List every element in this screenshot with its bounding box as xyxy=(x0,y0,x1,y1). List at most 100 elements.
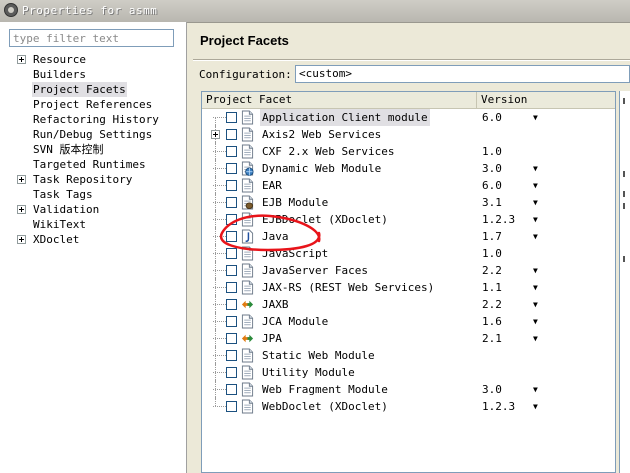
nav-item-label: Task Repository xyxy=(33,173,133,186)
facet-checkbox[interactable] xyxy=(226,350,237,361)
facet-version[interactable]: 3.1 xyxy=(482,194,502,211)
version-dropdown-icon[interactable]: ▼ xyxy=(533,194,538,211)
facet-checkbox[interactable] xyxy=(226,248,237,259)
nav-item[interactable]: Task Tags xyxy=(0,187,186,202)
tree-connector xyxy=(213,270,226,271)
nav-item[interactable]: Targeted Runtimes xyxy=(0,157,186,172)
facet-row[interactable]: Web Fragment Module 3.0 ▼ xyxy=(202,380,615,399)
nav-item-label: Project Facets xyxy=(32,82,127,97)
facet-checkbox[interactable] xyxy=(226,265,237,276)
side-mark xyxy=(623,98,625,104)
expand-icon[interactable] xyxy=(17,235,26,244)
nav-item[interactable]: Validation xyxy=(0,202,186,217)
facet-checkbox[interactable] xyxy=(226,231,237,242)
nav-item[interactable]: Project Facets xyxy=(0,82,186,97)
facet-row[interactable]: JAXB 2.2 ▼ xyxy=(202,295,615,314)
facet-row[interactable]: JCA Module 1.6 ▼ xyxy=(202,312,615,331)
version-dropdown-icon[interactable]: ▼ xyxy=(533,296,538,313)
nav-item[interactable]: Refactoring History xyxy=(0,112,186,127)
facet-row[interactable]: Dynamic Web Module 3.0 ▼ xyxy=(202,159,615,178)
facet-version[interactable]: 2.2 xyxy=(482,296,502,313)
nav-item[interactable]: Run/Debug Settings xyxy=(0,127,186,142)
nav-item[interactable]: SVN 版本控制 xyxy=(0,142,186,157)
facet-version[interactable]: 1.6 xyxy=(482,313,502,330)
facet-row[interactable]: CXF 2.x Web Services 1.0 xyxy=(202,142,615,161)
nav-item[interactable]: Task Repository xyxy=(0,172,186,187)
nav-item[interactable]: WikiText xyxy=(0,217,186,232)
facet-version[interactable]: 6.0 xyxy=(482,109,502,126)
facet-version[interactable]: 3.0 xyxy=(482,160,502,177)
arrows-icon xyxy=(241,300,254,309)
facet-checkbox[interactable] xyxy=(226,163,237,174)
facet-checkbox[interactable] xyxy=(226,146,237,157)
filter-input[interactable] xyxy=(9,29,174,47)
nav-item[interactable]: Resource xyxy=(0,52,186,67)
facet-checkbox[interactable] xyxy=(226,282,237,293)
version-dropdown-icon[interactable]: ▼ xyxy=(533,398,538,415)
globe-page-icon xyxy=(241,161,254,176)
facet-checkbox[interactable] xyxy=(226,299,237,310)
facet-version[interactable]: 3.0 xyxy=(482,381,502,398)
column-header-facet[interactable]: Project Facet xyxy=(202,92,477,109)
expand-icon[interactable] xyxy=(211,130,220,139)
facet-row[interactable]: JPA 2.1 ▼ xyxy=(202,329,615,348)
facet-checkbox[interactable] xyxy=(226,214,237,225)
facet-row[interactable]: EJB Module 3.1 ▼ xyxy=(202,193,615,212)
tree-connector xyxy=(213,117,226,118)
version-dropdown-icon[interactable]: ▼ xyxy=(533,313,538,330)
facet-checkbox[interactable] xyxy=(226,112,237,123)
expand-icon[interactable] xyxy=(17,205,26,214)
facet-version[interactable]: 1.1 xyxy=(482,279,502,296)
facet-name: EJB Module xyxy=(262,196,329,209)
version-dropdown-icon[interactable]: ▼ xyxy=(533,109,538,126)
page-icon xyxy=(241,178,254,193)
facet-row[interactable]: Utility Module xyxy=(202,363,615,382)
facet-row[interactable]: Static Web Module xyxy=(202,346,615,365)
expand-icon[interactable] xyxy=(17,55,26,64)
tree-connector xyxy=(213,151,226,152)
facet-name: CXF 2.x Web Services xyxy=(262,145,395,158)
facet-checkbox[interactable] xyxy=(226,180,237,191)
version-dropdown-icon[interactable]: ▼ xyxy=(533,330,538,347)
page-icon xyxy=(241,348,254,363)
configuration-select[interactable]: <custom> xyxy=(295,65,630,83)
version-dropdown-icon[interactable]: ▼ xyxy=(533,211,538,228)
version-dropdown-icon[interactable]: ▼ xyxy=(533,381,538,398)
facet-checkbox[interactable] xyxy=(226,333,237,344)
version-dropdown-icon[interactable]: ▼ xyxy=(533,279,538,296)
nav-item-label: Project References xyxy=(33,98,153,111)
nav-item[interactable]: XDoclet xyxy=(0,232,186,247)
column-header-version[interactable]: Version xyxy=(477,92,615,109)
facet-name: WebDoclet (XDoclet) xyxy=(262,400,388,413)
facet-checkbox[interactable] xyxy=(226,197,237,208)
facet-checkbox[interactable] xyxy=(226,367,237,378)
facet-checkbox[interactable] xyxy=(226,129,237,140)
facet-version[interactable]: 1.2.3 xyxy=(482,211,515,228)
version-dropdown-icon[interactable]: ▼ xyxy=(533,177,538,194)
expand-icon[interactable] xyxy=(17,175,26,184)
facet-row[interactable]: Java 1.7 ▼ xyxy=(202,227,615,246)
facet-row[interactable]: WebDoclet (XDoclet) 1.2.3 ▼ xyxy=(202,397,615,415)
facet-checkbox[interactable] xyxy=(226,401,237,412)
page-icon xyxy=(241,382,254,397)
nav-item[interactable]: Builders xyxy=(0,67,186,82)
facet-row[interactable]: JAX-RS (REST Web Services) 1.1 ▼ xyxy=(202,278,615,297)
facet-row[interactable]: Application Client module 6.0 ▼ xyxy=(202,109,615,127)
facet-row[interactable]: JavaServer Faces 2.2 ▼ xyxy=(202,261,615,280)
version-dropdown-icon[interactable]: ▼ xyxy=(533,160,538,177)
tree-connector xyxy=(213,406,226,407)
facet-version[interactable]: 6.0 xyxy=(482,177,502,194)
facet-checkbox[interactable] xyxy=(226,384,237,395)
facet-version[interactable]: 1.7 xyxy=(482,228,502,245)
facet-version[interactable]: 2.2 xyxy=(482,262,502,279)
facet-row[interactable]: Axis2 Web Services xyxy=(202,125,615,144)
nav-item[interactable]: Project References xyxy=(0,97,186,112)
facet-version[interactable]: 1.2.3 xyxy=(482,398,515,415)
facet-row[interactable]: JavaScript 1.0 xyxy=(202,244,615,263)
facet-version[interactable]: 2.1 xyxy=(482,330,502,347)
version-dropdown-icon[interactable]: ▼ xyxy=(533,262,538,279)
facet-row[interactable]: EAR 6.0 ▼ xyxy=(202,176,615,195)
facet-row[interactable]: EJBDoclet (XDoclet) 1.2.3 ▼ xyxy=(202,210,615,229)
facet-checkbox[interactable] xyxy=(226,316,237,327)
version-dropdown-icon[interactable]: ▼ xyxy=(533,228,538,245)
